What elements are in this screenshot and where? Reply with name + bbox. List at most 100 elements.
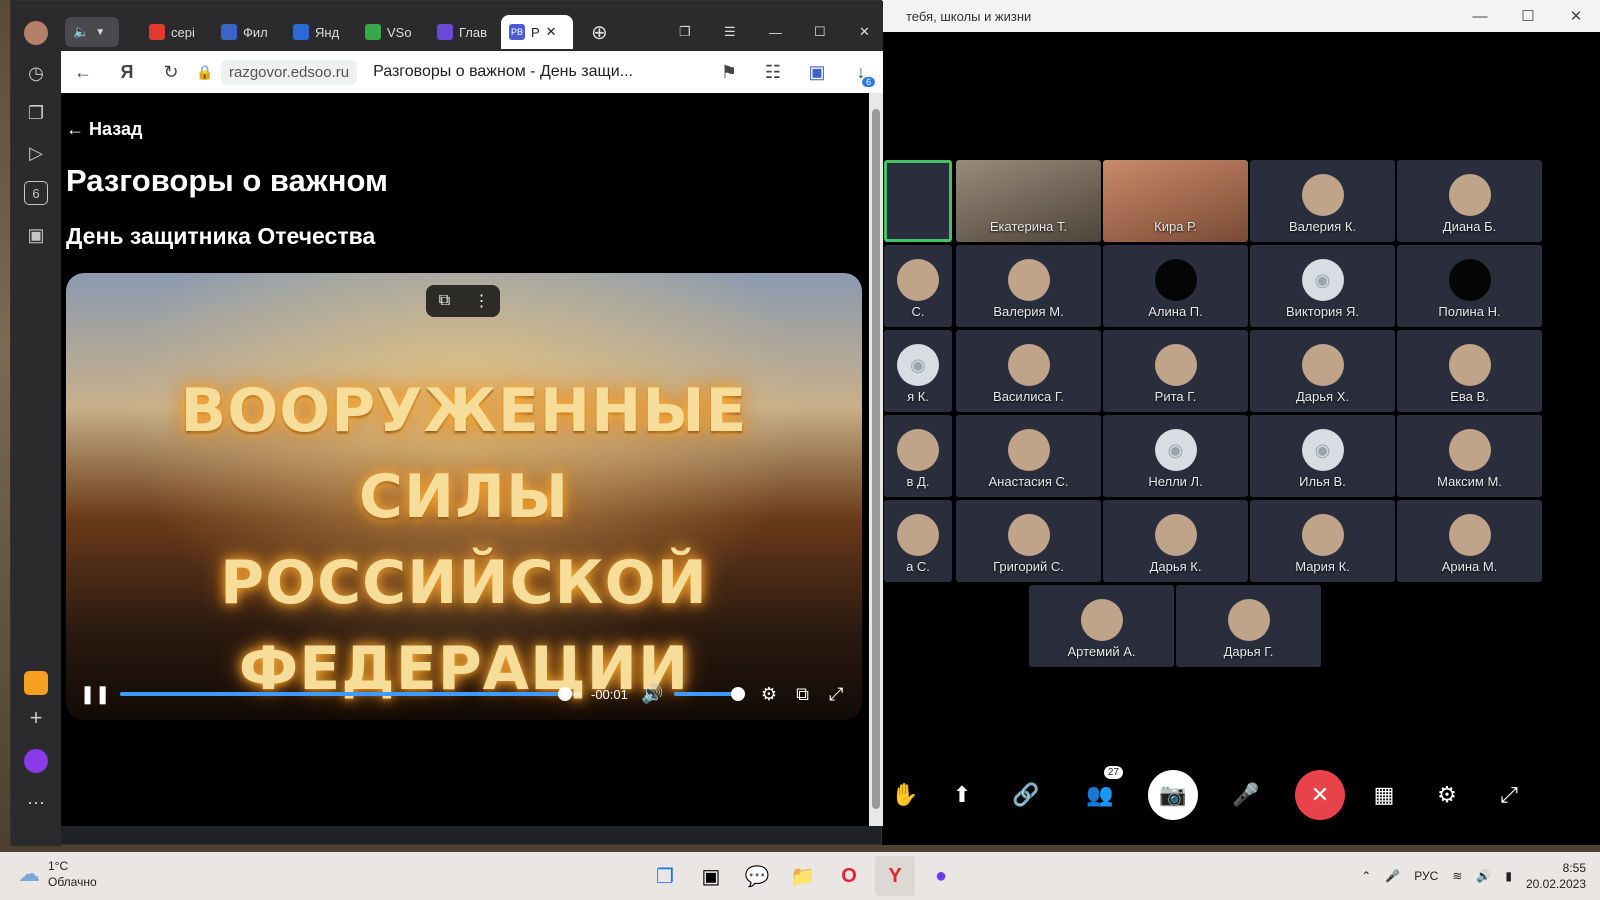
more-options-icon[interactable]: ⋮ (463, 285, 500, 317)
bookmarks-panel-button[interactable]: ❐ (671, 15, 701, 49)
downloads-icon[interactable]: ↓ 6 (839, 51, 883, 93)
tab-2[interactable]: Фил (213, 15, 281, 49)
lock-icon[interactable]: 🔒 (193, 51, 217, 93)
minimize-button[interactable]: — (1456, 0, 1504, 32)
file-explorer-icon[interactable]: 📁 (783, 856, 823, 896)
settings-gear-icon[interactable]: ⚙ (757, 684, 781, 705)
task-view-icon[interactable]: ▣ (691, 856, 731, 896)
maximize-button[interactable]: ☐ (1504, 0, 1552, 32)
participant-tile[interactable]: Григорий С. (956, 500, 1101, 582)
raise-hand-button[interactable]: ✋ (880, 770, 930, 820)
audio-tab-control[interactable]: 🔈 ▼ (65, 17, 119, 47)
picture-in-picture-icon[interactable]: ⧉ (791, 684, 815, 705)
mail-icon[interactable] (24, 671, 48, 695)
close-tab-icon[interactable]: ✕ (546, 24, 557, 40)
back-icon[interactable]: ← (61, 51, 105, 93)
participant-tile[interactable]: Василиса Г. (956, 330, 1101, 412)
progress-bar[interactable] (120, 687, 581, 701)
wifi-icon[interactable]: ≋ (1452, 869, 1462, 883)
fullscreen-icon[interactable]: ⤢ (824, 684, 848, 705)
participant-tile[interactable]: Алина П. (1103, 245, 1248, 327)
start-button[interactable]: ❐ (645, 856, 685, 896)
volume-slider[interactable] (674, 687, 746, 701)
page-scrollbar[interactable] (869, 93, 883, 826)
tab-active[interactable]: РВ Р ✕ (501, 15, 573, 49)
tab-4[interactable]: VSo (357, 15, 425, 49)
camera-toggle-button[interactable]: 📷 (1148, 770, 1198, 820)
profile-avatar[interactable] (24, 21, 48, 45)
more-icon[interactable]: ⋯ (24, 791, 48, 815)
screenshot-icon[interactable]: ▣ (24, 223, 48, 247)
history-icon[interactable]: ◷ (24, 61, 48, 85)
participant-tile[interactable]: Дарья Г. (1176, 585, 1321, 667)
back-link[interactable]: ← Назад (66, 119, 142, 140)
speaker-icon[interactable]: 🔊 (1476, 869, 1491, 883)
language-indicator[interactable]: РУС (1414, 869, 1438, 883)
participant-tile[interactable]: Диана Б. (1397, 160, 1542, 242)
volume-icon[interactable]: 🔊 (640, 684, 664, 705)
weather-widget[interactable]: ☁ 1°C Облачно (18, 858, 97, 890)
participant-tile[interactable] (884, 160, 952, 242)
participant-tile[interactable]: Полина Н. (1397, 245, 1542, 327)
participant-tile[interactable]: Дарья Х. (1250, 330, 1395, 412)
share-icon[interactable]: ⧉ (426, 285, 463, 317)
participant-tile[interactable]: а С. (884, 500, 952, 582)
participant-tile[interactable]: Максим М. (1397, 415, 1542, 497)
share-screen-button[interactable]: ⬆ (937, 770, 987, 820)
microphone-icon[interactable]: 🎤 (1385, 869, 1400, 883)
video-player[interactable]: ⧉ ⋮ ВООРУЖЕННЫЕ СИЛЫ РОССИЙСКОЙ ФЕДЕРАЦИ… (66, 273, 862, 720)
close-button[interactable]: ✕ (1552, 0, 1600, 32)
browser-minimize-button[interactable]: — (761, 15, 791, 49)
participant-tile[interactable]: Рита Г. (1103, 330, 1248, 412)
participant-tile[interactable]: Анастасия С. (956, 415, 1101, 497)
reload-icon[interactable]: ↻ (149, 51, 193, 93)
participant-tile[interactable]: Валерия К. (1250, 160, 1395, 242)
pause-icon[interactable]: ❚❚ (80, 684, 110, 705)
yandex-home-icon[interactable]: Я (105, 51, 149, 93)
volume-handle[interactable] (731, 687, 746, 701)
microphone-toggle-button[interactable]: 🎤 (1221, 770, 1271, 820)
browser-close-button[interactable]: ✕ (851, 15, 881, 49)
url-page-title[interactable]: Разговоры о важном - День защи... (373, 63, 707, 81)
scrollbar-thumb[interactable] (872, 109, 880, 809)
hang-up-button[interactable]: ✕ (1295, 770, 1345, 820)
yandex-browser-icon[interactable]: Y (875, 856, 915, 896)
participant-tile[interactable]: Ева В. (1397, 330, 1542, 412)
copy-link-button[interactable]: 🔗 (1001, 770, 1051, 820)
participant-tile[interactable]: ◉ Виктория Я. (1250, 245, 1395, 327)
tab-3[interactable]: Янд (285, 15, 353, 49)
menu-button[interactable]: ☰ (716, 15, 746, 49)
settings-button[interactable]: ⚙ (1422, 770, 1472, 820)
participant-tile[interactable]: С. (884, 245, 952, 327)
browser-maximize-button[interactable]: ☐ (806, 15, 836, 49)
tabs-count-icon[interactable]: 6 (24, 181, 48, 205)
participant-tile[interactable]: Арина М. (1397, 500, 1542, 582)
collections-icon[interactable]: ❐ (24, 101, 48, 125)
participant-tile[interactable]: Екатерина Т. (956, 160, 1101, 242)
alice-assistant-icon[interactable] (24, 749, 48, 773)
participant-tile[interactable]: Валерия М. (956, 245, 1101, 327)
participant-tile[interactable]: ◉ Илья В. (1250, 415, 1395, 497)
fullscreen-button[interactable]: ⤢ (1484, 770, 1534, 820)
add-icon[interactable]: + (24, 705, 48, 730)
url-domain[interactable]: razgovor.edsoo.ru (221, 59, 358, 85)
opera-icon[interactable]: O (829, 856, 869, 896)
battery-icon[interactable]: ▮ (1505, 869, 1512, 883)
participant-tile[interactable]: Дарья К. (1103, 500, 1248, 582)
chat-icon[interactable]: 💬 (737, 856, 777, 896)
participant-tile[interactable]: Артемий А. (1029, 585, 1174, 667)
bookmark-icon[interactable]: ⚑ (707, 51, 751, 93)
chevron-up-icon[interactable]: ⌃ (1361, 869, 1371, 883)
new-tab-button[interactable]: ⊕ (583, 15, 613, 49)
participant-tile[interactable]: ◉ я К. (884, 330, 952, 412)
reader-icon[interactable]: ☷ (751, 51, 795, 93)
layout-button[interactable]: ▦ (1359, 770, 1409, 820)
clock[interactable]: 8:55 20.02.2023 (1526, 860, 1586, 892)
participant-tile[interactable]: Кира Р. (1103, 160, 1248, 242)
tab-5[interactable]: Глав (429, 15, 497, 49)
progress-handle[interactable] (557, 687, 572, 701)
participants-button[interactable]: 👥 27 (1075, 766, 1125, 820)
play-icon[interactable]: ▷ (24, 141, 48, 165)
participant-tile[interactable]: Мария К. (1250, 500, 1395, 582)
participant-tile[interactable]: ◉ Нелли Л. (1103, 415, 1248, 497)
